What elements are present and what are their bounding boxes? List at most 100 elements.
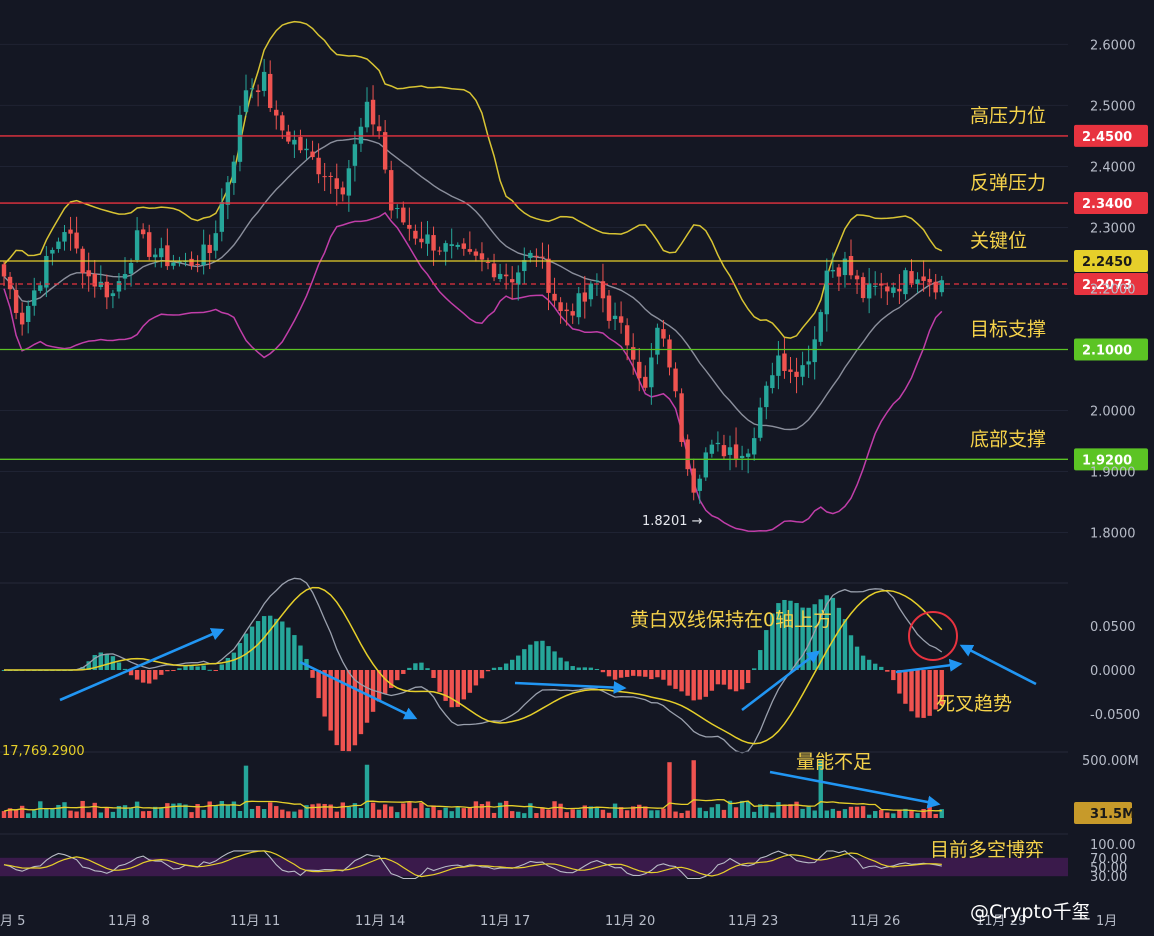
candle-body [618, 316, 624, 323]
candle-body [425, 234, 430, 244]
candle [280, 111, 285, 139]
macd-histogram-bar [697, 670, 702, 700]
candle [891, 282, 896, 298]
candle [104, 274, 110, 310]
volume-bar [50, 808, 55, 818]
macd-histogram-bar [643, 670, 648, 677]
volume-bar [685, 810, 690, 818]
candle-body [667, 339, 672, 368]
candle [237, 105, 243, 172]
price-tick-label: 2.3000 [1090, 221, 1136, 236]
macd-histogram-bar [292, 635, 297, 670]
candle-body [134, 230, 140, 261]
candle [395, 204, 400, 219]
candle [255, 84, 261, 107]
volume-bar [268, 802, 273, 818]
volume-bar [322, 803, 327, 818]
macd-histogram-bar [449, 670, 454, 708]
candle [909, 259, 914, 288]
macd-histogram-bar [885, 670, 890, 672]
candle-body [643, 376, 648, 388]
volume-bar [407, 801, 412, 818]
candle-body [788, 369, 793, 372]
candle [715, 431, 721, 452]
macd-tick-label: 0.0000 [1090, 664, 1136, 679]
macd-histogram-bar [522, 649, 527, 670]
candle [770, 362, 775, 394]
candle [806, 345, 811, 378]
candle-body [147, 232, 152, 257]
candle-body [624, 325, 630, 346]
level-1.9200: 1.9200底部支撑 [0, 428, 1148, 471]
volume-bar [752, 811, 757, 818]
price-tick-label: 2.5000 [1090, 99, 1136, 114]
macd-histogram-bar [510, 659, 515, 670]
volume-bar [824, 810, 829, 818]
level-tag-value: 2.2450 [1082, 255, 1132, 270]
macd-tick-label: -0.0500 [1090, 708, 1140, 723]
candle [159, 237, 164, 268]
volume-bar [510, 811, 515, 818]
macd-histogram-bar [153, 670, 158, 680]
candle [606, 289, 612, 329]
candle-body [310, 151, 315, 158]
macd-histogram-bar [225, 657, 231, 670]
volume-bar [280, 809, 285, 818]
candle [74, 216, 79, 254]
volume-bar [298, 809, 303, 818]
candle-body [86, 270, 91, 277]
volume-bar [316, 803, 321, 818]
price-axis: 2.6000 2.5000 2.4000 2.3000 2.2000 2.0000 1.90… [1090, 38, 1136, 541]
candle-body [413, 230, 418, 239]
candle [334, 163, 339, 206]
candle-body [455, 244, 460, 247]
volume-bar [19, 805, 25, 818]
candle [110, 289, 116, 309]
volume-bar [92, 802, 97, 818]
macd-histogram-bar [134, 670, 140, 680]
candle-body [255, 90, 261, 93]
macd-histogram-bar [431, 670, 436, 678]
candle-body [546, 258, 551, 293]
volume-bar [346, 806, 352, 818]
price-chart: 2.4500 高压力位 2.3400 反弹压力 2.2450 关键位 2.2073 2.100… [0, 20, 1148, 929]
volume-bar [655, 810, 660, 818]
candle-body [679, 393, 684, 442]
candle-body [62, 232, 67, 242]
macd-histogram-bar [685, 670, 690, 696]
volume-bar [455, 807, 460, 818]
candle-body [268, 73, 273, 108]
candle [733, 427, 739, 468]
macd-histogram-bar [927, 670, 932, 716]
candle [50, 247, 55, 266]
candle-body [328, 175, 333, 177]
macd-histogram-bar [673, 670, 678, 689]
candle [939, 275, 944, 297]
macd-histogram-bar [631, 670, 636, 676]
candle-body [655, 327, 660, 355]
candle [68, 216, 73, 251]
candle [261, 58, 267, 97]
volume-bar [866, 814, 872, 818]
candle [655, 323, 660, 365]
macd-histogram-bar [171, 670, 176, 671]
candle [691, 458, 696, 501]
candle [860, 272, 866, 303]
candle [752, 427, 757, 461]
candle [310, 140, 315, 160]
macd-histogram-bar [558, 657, 563, 670]
candle [165, 228, 170, 270]
volume-annotation: 量能不足 [796, 751, 872, 773]
rsi-tick-label: 100.00 [1090, 838, 1136, 853]
candle [776, 341, 781, 390]
candle [794, 357, 799, 394]
candle-body [606, 295, 612, 321]
candle-body [237, 114, 243, 162]
trend-arrow [959, 644, 1037, 686]
volume-bar [401, 803, 406, 818]
candle-body [128, 262, 134, 274]
candle-body [891, 287, 896, 293]
macd-histogram-bar [745, 670, 751, 684]
volume-bar [491, 812, 497, 818]
candle [213, 220, 218, 259]
